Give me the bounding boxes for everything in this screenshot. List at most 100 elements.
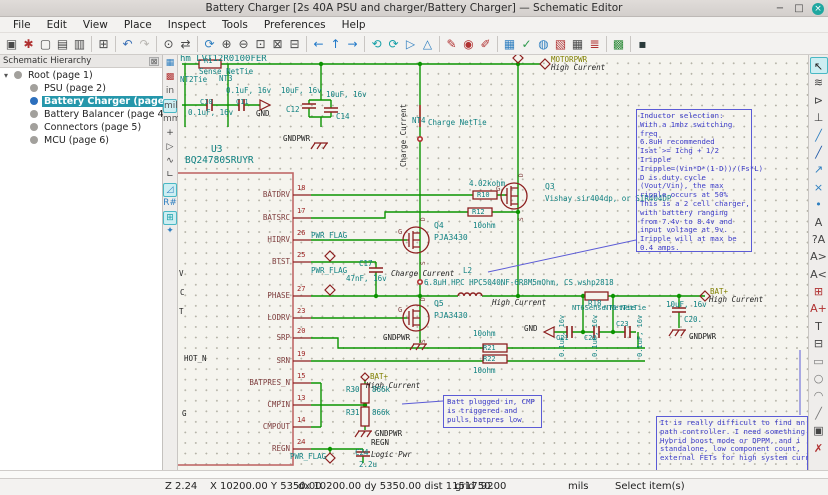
units-mm[interactable]: mm <box>163 113 177 127</box>
no-connect-icon[interactable]: × <box>810 179 828 196</box>
menu-help[interactable]: Help <box>335 18 373 32</box>
select-tool-icon[interactable]: ↖ <box>810 57 828 74</box>
search-erc-icon[interactable]: ◉ <box>460 35 477 53</box>
nt2-ref: NT2Tie <box>180 76 207 84</box>
image-tool-icon[interactable]: ▣ <box>810 422 828 439</box>
grid-snap-lock-icon[interactable]: ▩ <box>163 71 177 85</box>
title-bar[interactable]: Battery Charger [2s 40A PSU and charger/… <box>0 0 828 17</box>
hier-sheet-icon[interactable]: ⊞ <box>810 283 828 300</box>
menu-view[interactable]: View <box>76 18 115 32</box>
c10-val: 0.1uF, 16v <box>188 109 233 117</box>
zoom-in-icon[interactable]: ⊕ <box>218 35 235 53</box>
zoom-out-icon[interactable]: ⊖ <box>235 35 252 53</box>
menu-edit[interactable]: Edit <box>40 18 74 32</box>
logic-pwr-italic: Logic Pwr <box>371 451 412 459</box>
find-icon[interactable]: ⊙ <box>160 35 177 53</box>
textbox-tool-icon[interactable]: ⊟ <box>810 335 828 352</box>
menu-file[interactable]: File <box>6 18 38 32</box>
hv-wires-icon[interactable]: ∟ <box>163 169 177 183</box>
zoom-objects-icon[interactable]: ⊠ <box>269 35 286 53</box>
place-power-port-icon[interactable]: ⊥ <box>810 109 828 126</box>
pcb-editor-icon[interactable]: ▩ <box>610 35 627 53</box>
text-tool-icon[interactable]: T <box>810 318 828 335</box>
rectangle-tool-icon[interactable]: ▭ <box>810 353 828 370</box>
nav-back-icon[interactable]: ← <box>310 35 327 53</box>
hier-label-icon[interactable]: A< <box>810 266 828 283</box>
tree-caret-icon[interactable]: ▾ <box>4 71 14 80</box>
circle-tool-icon[interactable]: ○ <box>810 370 828 387</box>
netclass-directive-icon[interactable]: ?A <box>810 231 828 248</box>
nav-forward-icon[interactable]: → <box>344 35 361 53</box>
line-tool-icon[interactable]: ╱ <box>810 405 828 422</box>
sidebar-item-psu-page-2-[interactable]: PSU (page 2) <box>0 82 162 94</box>
sidebar-item-mcu-page-6-[interactable]: MCU (page 6) <box>0 134 162 146</box>
refresh-icon[interactable]: ⟳ <box>201 35 218 53</box>
menu-tools[interactable]: Tools <box>215 18 255 32</box>
schematic-canvas[interactable]: hm LVT12R0100FERR1Sense NetTieNT3NT2Tie0… <box>178 55 808 470</box>
properties-panel-icon[interactable]: ✦ <box>163 225 177 239</box>
menu-preferences[interactable]: Preferences <box>257 18 333 32</box>
schematic-setup-icon[interactable]: ✱ <box>20 35 37 53</box>
bom-icon[interactable]: ≣ <box>586 35 603 53</box>
mirror-v-icon[interactable]: ▷ <box>402 35 419 53</box>
delete-tool-icon[interactable]: ✗ <box>810 440 828 457</box>
crosshair-cursor-icon[interactable]: + <box>163 127 177 141</box>
free-angle-wires-icon[interactable]: ∿ <box>163 155 177 169</box>
assign-footprints-icon[interactable]: ▧ <box>552 35 569 53</box>
redo-icon[interactable]: ↷ <box>136 35 153 53</box>
zoom-fit-icon[interactable]: ⊡ <box>252 35 269 53</box>
grid-toggle-icon[interactable]: ▦ <box>163 57 177 71</box>
paste-icon[interactable]: ⊞ <box>95 35 112 53</box>
pwr-flag-label-2: PWR_FLAG <box>311 267 347 275</box>
net-label-icon[interactable]: A <box>810 214 828 231</box>
erc-check-icon[interactable]: ✓ <box>518 35 535 53</box>
sidebar-item-connectors-page-5-[interactable]: Connectors (page 5) <box>0 121 162 133</box>
rotate-cw-icon[interactable]: ⟳ <box>385 35 402 53</box>
left-toolbar: ▦▩inmilmm+▷∿∟◿R#⊞✦ <box>163 55 178 470</box>
maximize-button[interactable]: □ <box>793 3 805 14</box>
hidden-pins-icon[interactable]: ▷ <box>163 141 177 155</box>
nav-up-icon[interactable]: ↑ <box>327 35 344 53</box>
angle45-wires-icon[interactable]: ◿ <box>163 183 177 197</box>
hierarchy-close-icon[interactable]: ⊠ <box>149 57 159 66</box>
global-label-icon[interactable]: A> <box>810 248 828 265</box>
net-names-icon[interactable]: R# <box>163 197 177 211</box>
draw-wire-icon[interactable]: ╱ <box>810 127 828 144</box>
arc-tool-icon[interactable]: ◠ <box>810 387 828 404</box>
plot-icon[interactable]: ▥ <box>71 35 88 53</box>
sidebar-item-root-page-1-[interactable]: ▾Root (page 1) <box>0 69 162 81</box>
draw-bus-icon[interactable]: ╱ <box>810 144 828 161</box>
rotate-ccw-icon[interactable]: ⟲ <box>368 35 385 53</box>
gndpwr-label-2: GNDPWR <box>383 334 410 342</box>
mirror-h-icon[interactable]: △ <box>419 35 436 53</box>
hierarchy-navigator-icon[interactable]: ⊞ <box>163 211 177 225</box>
update-symbols-icon[interactable]: ✐ <box>477 35 494 53</box>
highlight-net-icon[interactable]: ≋ <box>810 74 828 91</box>
zoom-selection-icon[interactable]: ⊟ <box>286 35 303 53</box>
python-console-icon[interactable]: ▪ <box>634 35 651 53</box>
minimize-button[interactable]: − <box>774 3 786 14</box>
menu-inspect[interactable]: Inspect <box>161 18 213 32</box>
sheet-pin-icon[interactable]: A+ <box>810 300 828 317</box>
close-button[interactable]: × <box>812 3 824 15</box>
q4-gate-label: G <box>398 229 402 237</box>
page-settings-icon[interactable]: ▢ <box>37 35 54 53</box>
sidebar-item-battery-charger-page-3-[interactable]: Battery Charger (page 3) <box>0 95 162 107</box>
save-icon[interactable]: ▣ <box>3 35 20 53</box>
bus-entry-icon[interactable]: ↗ <box>810 161 828 178</box>
place-symbol-icon[interactable]: ⊳ <box>810 92 828 109</box>
net-inspector-icon[interactable]: ◍ <box>535 35 552 53</box>
undo-icon[interactable]: ↶ <box>119 35 136 53</box>
units-inches[interactable]: in <box>163 85 177 99</box>
junction-icon[interactable]: • <box>810 196 828 213</box>
sidebar-item-battery-balancer-page-4-[interactable]: Battery Balancer (page 4) <box>0 108 162 120</box>
find-replace-icon[interactable]: ⇄ <box>177 35 194 53</box>
print-icon[interactable]: ▤ <box>54 35 71 53</box>
horizontal-scrollbar[interactable] <box>0 470 828 478</box>
units-mils[interactable]: mil <box>163 99 177 113</box>
q4-d: D <box>421 217 428 221</box>
edit-properties-icon[interactable]: ✎ <box>443 35 460 53</box>
menu-place[interactable]: Place <box>117 18 159 32</box>
symbol-fields-icon[interactable]: ▦ <box>569 35 586 53</box>
annotate-icon[interactable]: ▦ <box>501 35 518 53</box>
